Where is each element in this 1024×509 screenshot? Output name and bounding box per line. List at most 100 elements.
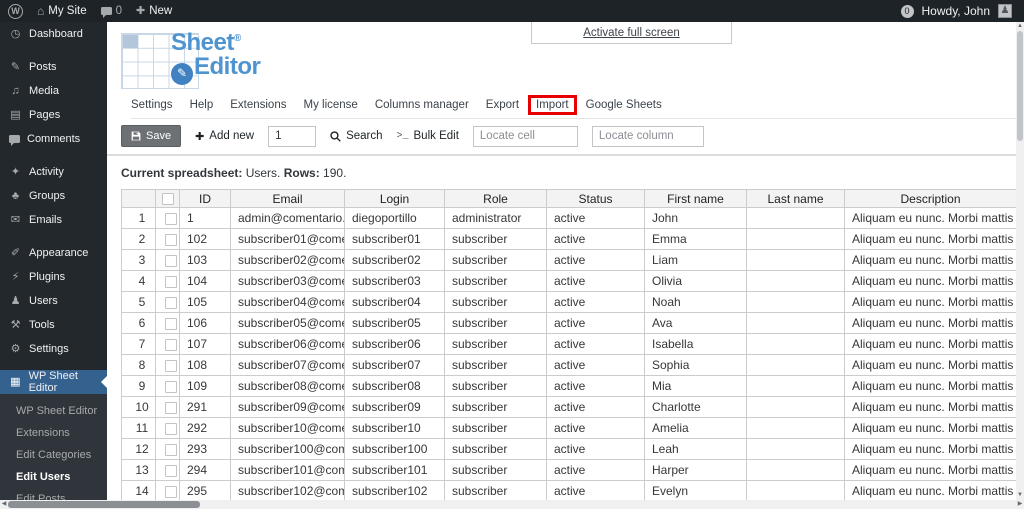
- select-all-checkbox[interactable]: [161, 193, 174, 206]
- nav-item-import[interactable]: Import: [528, 95, 577, 115]
- cell-role[interactable]: subscriber: [444, 417, 547, 439]
- cell-login[interactable]: subscriber101: [344, 459, 445, 481]
- vertical-scrollbar[interactable]: ▲ ▼: [1016, 22, 1024, 500]
- cell-status[interactable]: active: [546, 396, 645, 418]
- cell-first[interactable]: Mia: [644, 375, 747, 397]
- bulk-edit-button[interactable]: >_ Bulk Edit: [397, 130, 459, 142]
- row-checkbox[interactable]: [165, 422, 177, 435]
- add-new-count-input[interactable]: [268, 125, 317, 147]
- cell-id[interactable]: 104: [179, 270, 231, 292]
- cell-email[interactable]: subscriber05@comentar...: [230, 312, 345, 334]
- cell-last[interactable]: [746, 396, 845, 418]
- cell-role[interactable]: subscriber: [444, 375, 547, 397]
- nav-item-my-license[interactable]: My license: [303, 99, 357, 111]
- row-number-cell[interactable]: 12: [121, 438, 156, 460]
- cell-last[interactable]: [746, 417, 845, 439]
- cell-last[interactable]: [746, 312, 845, 334]
- nav-item-settings[interactable]: Settings: [131, 99, 173, 111]
- cell-last[interactable]: [746, 228, 845, 250]
- cell-first[interactable]: Ava: [644, 312, 747, 334]
- cell-email[interactable]: subscriber10@comentar...: [230, 417, 345, 439]
- sidebar-item-groups[interactable]: ♣ Groups: [0, 184, 107, 208]
- cell-last[interactable]: [746, 480, 845, 500]
- cell-id[interactable]: 102: [179, 228, 231, 250]
- sidebar-item-media[interactable]: ♫ Media: [0, 79, 107, 103]
- cell-id[interactable]: 105: [179, 291, 231, 313]
- cell-email[interactable]: subscriber03@comentar...: [230, 270, 345, 292]
- cell-role[interactable]: subscriber: [444, 333, 547, 355]
- cell-first[interactable]: Harper: [644, 459, 747, 481]
- sidebar-item-wp-sheet-editor[interactable]: ▦ WP Sheet Editor: [0, 370, 107, 394]
- wordpress-logo-icon[interactable]: W: [8, 3, 23, 19]
- add-new-button[interactable]: ✚ Add new: [195, 130, 254, 143]
- cell-status[interactable]: active: [546, 228, 645, 250]
- cell-last[interactable]: [746, 354, 845, 376]
- sidebar-item-tools[interactable]: ⚒ Tools: [0, 313, 107, 337]
- cell-status[interactable]: active: [546, 249, 645, 271]
- cell-last[interactable]: [746, 291, 845, 313]
- cell-id[interactable]: 109: [179, 375, 231, 397]
- row-checkbox[interactable]: [165, 296, 177, 309]
- cell-login[interactable]: subscriber07: [344, 354, 445, 376]
- cell-first[interactable]: Emma: [644, 228, 747, 250]
- row-checkbox[interactable]: [165, 359, 177, 372]
- cell-login[interactable]: subscriber04: [344, 291, 445, 313]
- row-number-cell[interactable]: 7: [121, 333, 156, 355]
- cell-login[interactable]: subscriber08: [344, 375, 445, 397]
- cell-last[interactable]: [746, 207, 845, 229]
- cell-first[interactable]: Olivia: [644, 270, 747, 292]
- row-checkbox[interactable]: [165, 275, 177, 288]
- row-number-cell[interactable]: 5: [121, 291, 156, 313]
- cell-status[interactable]: active: [546, 291, 645, 313]
- cell-email[interactable]: subscriber100@coment...: [230, 438, 345, 460]
- row-checkbox[interactable]: [165, 380, 177, 393]
- cell-first[interactable]: Evelyn: [644, 480, 747, 500]
- cell-id[interactable]: 292: [179, 417, 231, 439]
- cell-id[interactable]: 293: [179, 438, 231, 460]
- cell-id[interactable]: 103: [179, 249, 231, 271]
- cell-first[interactable]: Charlotte: [644, 396, 747, 418]
- cell-last[interactable]: [746, 438, 845, 460]
- submenu-item-wp-sheet-editor[interactable]: WP Sheet Editor: [0, 400, 107, 422]
- cell-last[interactable]: [746, 459, 845, 481]
- column-header-id[interactable]: ID: [179, 189, 231, 208]
- save-button[interactable]: Save: [121, 125, 182, 147]
- horizontal-scrollbar[interactable]: ◀ ▶: [0, 500, 1024, 509]
- row-number-cell[interactable]: 10: [121, 396, 156, 418]
- cell-desc[interactable]: Aliquam eu nunc. Morbi mattis ullamcorpe…: [844, 396, 1016, 418]
- row-number-cell[interactable]: 13: [121, 459, 156, 481]
- select-all-header-cell[interactable]: [155, 189, 180, 208]
- cell-status[interactable]: active: [546, 354, 645, 376]
- sidebar-item-pages[interactable]: ▤ Pages: [0, 103, 107, 127]
- sidebar-item-appearance[interactable]: ✐ Appearance: [0, 241, 107, 265]
- column-header-status[interactable]: Status: [546, 189, 645, 208]
- cell-email[interactable]: subscriber101@coment...: [230, 459, 345, 481]
- cell-desc[interactable]: Aliquam eu nunc. Morbi mattis ullamcorpe…: [844, 438, 1016, 460]
- cell-first[interactable]: Sophia: [644, 354, 747, 376]
- cell-role[interactable]: subscriber: [444, 249, 547, 271]
- cell-status[interactable]: active: [546, 459, 645, 481]
- cell-login[interactable]: subscriber102: [344, 480, 445, 500]
- vertical-scroll-thumb[interactable]: [1017, 31, 1023, 141]
- cell-first[interactable]: Leah: [644, 438, 747, 460]
- cell-role[interactable]: subscriber: [444, 354, 547, 376]
- nav-item-export[interactable]: Export: [486, 99, 519, 111]
- cell-email[interactable]: subscriber07@comentar...: [230, 354, 345, 376]
- search-button[interactable]: Search: [330, 130, 383, 142]
- sidebar-item-activity[interactable]: ✦ Activity: [0, 160, 107, 184]
- cell-login[interactable]: subscriber01: [344, 228, 445, 250]
- nav-item-help[interactable]: Help: [190, 99, 214, 111]
- cell-id[interactable]: 1: [179, 207, 231, 229]
- cell-status[interactable]: active: [546, 333, 645, 355]
- row-number-cell[interactable]: 2: [121, 228, 156, 250]
- scroll-left-arrow-icon[interactable]: ◀: [0, 500, 8, 509]
- sidebar-item-comments[interactable]: Comments: [0, 127, 107, 151]
- cell-first[interactable]: Noah: [644, 291, 747, 313]
- cell-first[interactable]: Amelia: [644, 417, 747, 439]
- cell-role[interactable]: subscriber: [444, 291, 547, 313]
- cell-id[interactable]: 106: [179, 312, 231, 334]
- cell-desc[interactable]: Aliquam eu nunc. Morbi mattis ullamcorpe…: [844, 249, 1016, 271]
- row-number-cell[interactable]: 1: [121, 207, 156, 229]
- row-number-cell[interactable]: 4: [121, 270, 156, 292]
- row-number-cell[interactable]: 8: [121, 354, 156, 376]
